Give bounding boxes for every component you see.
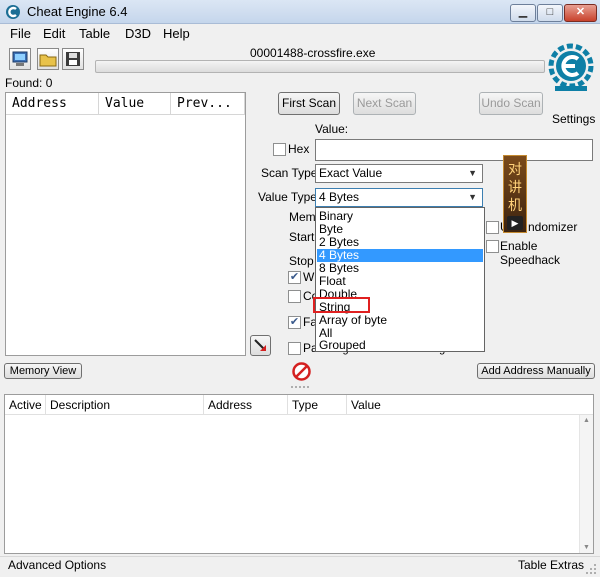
unrandomizer-checkbox[interactable] [486, 221, 499, 234]
vertical-scrollbar[interactable]: ▲ ▼ [579, 415, 593, 553]
table-extras-link[interactable]: Table Extras [518, 558, 584, 572]
speedhack-label: Enable Speedhack [500, 239, 561, 267]
scan-type-label: Scan Type [261, 166, 318, 180]
open-file-button[interactable] [37, 48, 59, 70]
column-active[interactable]: Active [5, 395, 46, 415]
window-title: Cheat Engine 6.4 [27, 4, 128, 19]
scroll-up-icon[interactable]: ▲ [580, 417, 593, 424]
menu-help[interactable]: Help [163, 26, 190, 41]
copy-on-write-checkbox[interactable] [288, 290, 301, 303]
chevron-down-icon: ▼ [468, 192, 477, 202]
play-icon[interactable]: ▶ [507, 216, 523, 230]
cheat-engine-logo-icon[interactable] [547, 42, 595, 92]
writable-checkbox[interactable]: ✔ [288, 271, 301, 284]
computer-icon [12, 51, 28, 66]
column-address[interactable]: Address [6, 93, 99, 115]
maximize-button[interactable]: □ [537, 4, 563, 22]
column-type[interactable]: Type [288, 395, 347, 415]
value-label: Value: [315, 122, 349, 136]
column-address[interactable]: Address [204, 395, 288, 415]
minimize-button[interactable]: ▁ [510, 4, 536, 22]
next-scan-button[interactable]: Next Scan [353, 92, 416, 115]
value-type-value: 4 Bytes [319, 190, 360, 204]
add-to-list-button[interactable] [250, 335, 271, 356]
chevron-down-icon: ▼ [468, 168, 477, 178]
address-table[interactable]: Active Description Address Type Value ▲ … [4, 394, 594, 554]
writable-label: W [303, 270, 315, 284]
select-process-button[interactable] [9, 48, 31, 70]
ad-char: 机 [508, 197, 522, 213]
option-grouped[interactable]: Grouped [319, 339, 366, 352]
column-value[interactable]: Value [347, 395, 593, 415]
string-option-highlight [313, 297, 370, 313]
folder-open-icon [39, 54, 57, 67]
settings-link[interactable]: Settings [552, 112, 595, 126]
found-count: Found: 0 [5, 76, 53, 90]
value-type-label: Value Type [258, 190, 317, 204]
first-scan-button[interactable]: First Scan [278, 92, 340, 115]
hex-label: Hex [288, 142, 310, 156]
column-previous[interactable]: Prev... [171, 93, 245, 115]
red-arrow-icon [254, 339, 266, 351]
ad-char: 对 [508, 161, 522, 177]
value-type-select[interactable]: 4 Bytes ▼ [315, 188, 483, 207]
advanced-options-link[interactable]: Advanced Options [8, 558, 106, 572]
scroll-down-icon[interactable]: ▼ [580, 544, 593, 551]
scan-results-list[interactable]: Address Value Prev... [5, 92, 246, 356]
ad-char: 讲 [508, 179, 522, 195]
menu-d3d[interactable]: D3D [125, 26, 151, 41]
scan-progress-bar [95, 60, 545, 73]
fast-scan-checkbox[interactable]: ✔ [288, 316, 301, 329]
add-address-manually-button[interactable]: Add Address Manually [477, 363, 595, 379]
unrandomizer-label-tail: ndomizer [528, 220, 578, 234]
cheat-engine-app-icon [6, 5, 20, 19]
memory-view-button[interactable]: Memory View [4, 363, 82, 379]
panel-splitter[interactable] [0, 384, 600, 390]
floppy-disk-icon [66, 52, 80, 66]
stop-clear-icon[interactable] [291, 361, 312, 382]
close-button[interactable]: ✕ [564, 4, 597, 22]
value-input[interactable] [315, 139, 593, 161]
process-name: 00001488-crossfire.exe [250, 46, 376, 60]
undo-scan-button[interactable]: Undo Scan [479, 92, 543, 115]
save-button[interactable] [62, 48, 84, 70]
start-label: Start [289, 230, 315, 244]
resize-grip-icon[interactable] [585, 563, 597, 575]
column-value[interactable]: Value [99, 93, 171, 115]
scan-type-select[interactable]: Exact Value ▼ [315, 164, 483, 183]
stop-label: Stop [289, 254, 314, 268]
menu-edit[interactable]: Edit [43, 26, 65, 41]
hex-checkbox[interactable] [273, 143, 286, 156]
speedhack-checkbox[interactable] [486, 240, 499, 253]
column-description[interactable]: Description [46, 395, 204, 415]
value-type-dropdown[interactable]: Binary Byte 2 Bytes 4 Bytes 8 Bytes Floa… [315, 207, 485, 352]
scan-type-value: Exact Value [319, 166, 383, 180]
pause-game-checkbox[interactable] [288, 342, 301, 355]
menu-table[interactable]: Table [79, 26, 110, 41]
menu-file[interactable]: File [10, 26, 31, 41]
